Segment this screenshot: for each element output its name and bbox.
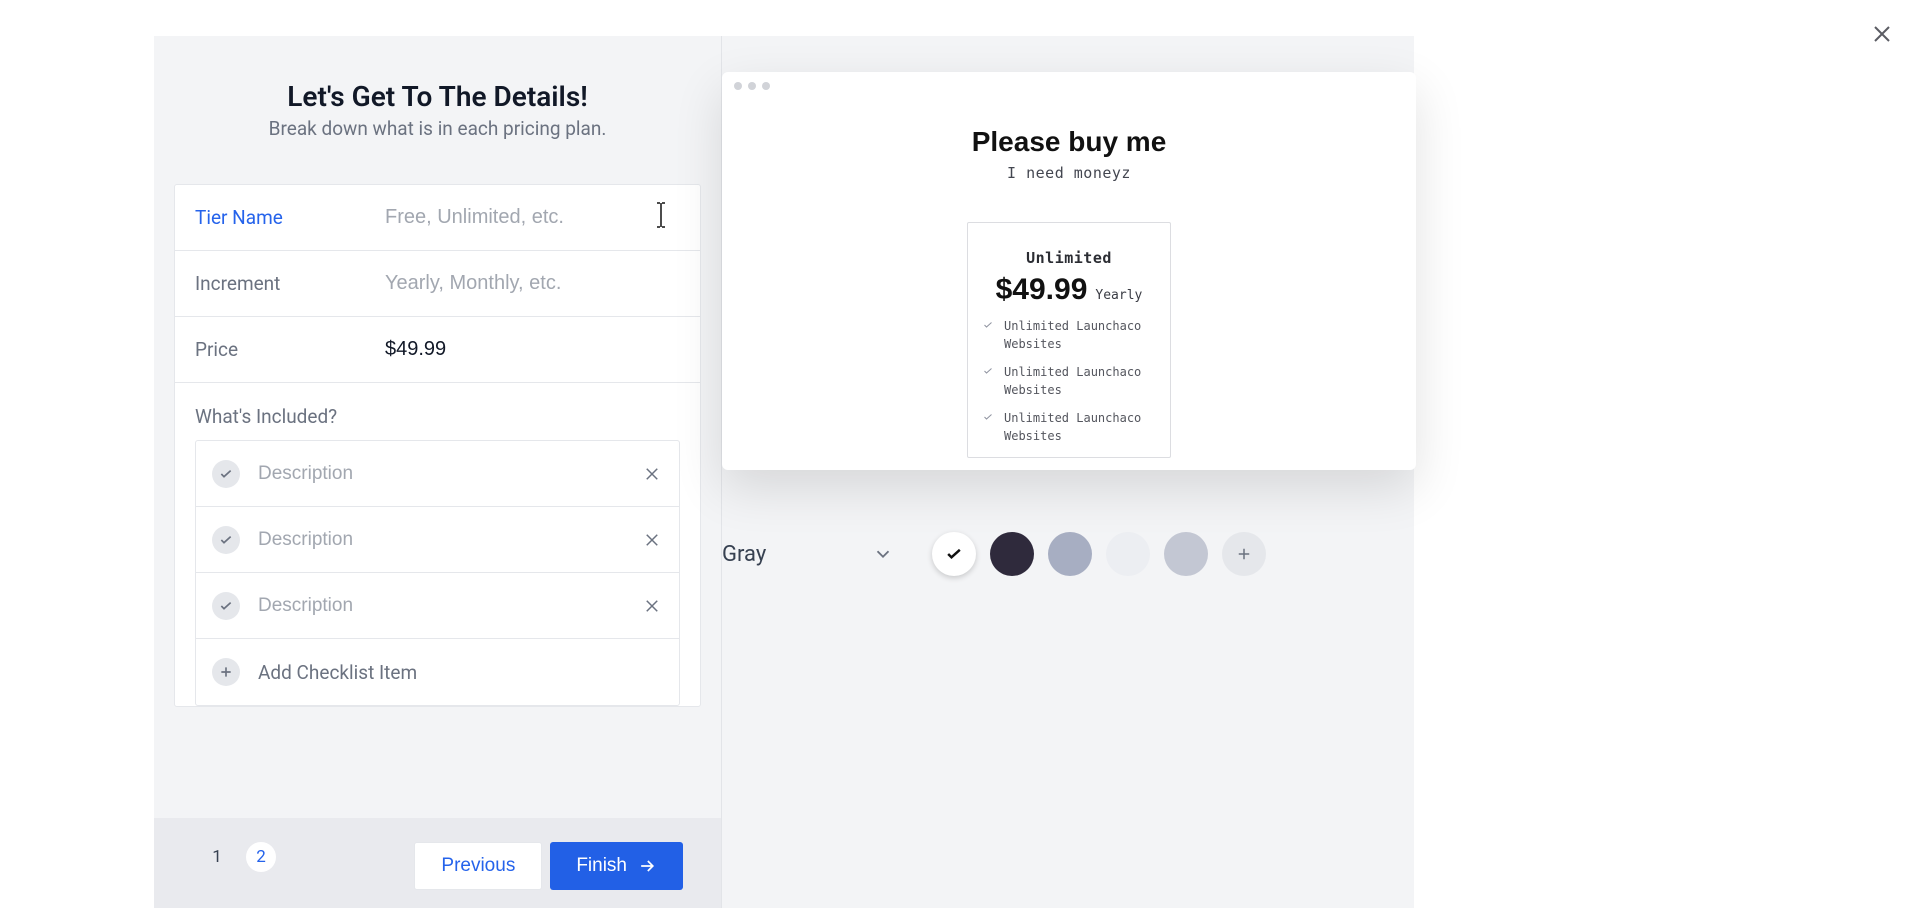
finish-button[interactable]: Finish	[550, 842, 683, 890]
check-icon	[212, 592, 240, 620]
included-section: What's Included?	[175, 383, 700, 706]
plan-card: Unlimited $49.99 Yearly Unlimited Launch…	[967, 222, 1171, 458]
wizard-footer: 1 2 Previous Finish	[154, 818, 721, 908]
plan-feature: Unlimited Launchaco Websites	[982, 409, 1156, 445]
plan-period: Yearly	[1095, 288, 1142, 303]
remove-item-button[interactable]	[641, 463, 663, 485]
check-icon	[982, 411, 994, 423]
plus-icon	[1235, 545, 1253, 563]
checklist: Add Checklist Item	[195, 440, 680, 706]
form-subtitle: Break down what is in each pricing plan.	[154, 117, 721, 140]
increment-input[interactable]	[385, 272, 680, 295]
plan-name: Unlimited	[982, 249, 1156, 267]
color-palette: Gray	[722, 532, 1414, 576]
remove-item-button[interactable]	[641, 529, 663, 551]
checklist-input[interactable]	[258, 595, 641, 617]
price-row: Price	[175, 317, 700, 383]
tier-name-row: Tier Name	[175, 185, 700, 251]
price-label: Price	[195, 338, 385, 361]
checklist-item	[196, 507, 679, 573]
previous-button[interactable]: Previous	[414, 842, 542, 890]
step-2[interactable]: 2	[246, 842, 276, 872]
palette-label: Gray	[722, 542, 766, 567]
arrow-right-icon	[637, 856, 657, 876]
check-icon	[982, 319, 994, 331]
preview-content: Please buy me I need moneyz Unlimited $4…	[722, 72, 1416, 458]
step-1[interactable]: 1	[202, 842, 232, 872]
increment-label: Increment	[195, 272, 385, 295]
tier-form: Tier Name Increment Price What's Include…	[174, 184, 701, 707]
checklist-item	[196, 573, 679, 639]
remove-item-button[interactable]	[641, 595, 663, 617]
chevron-down-icon	[872, 543, 894, 565]
plan-feature: Unlimited Launchaco Websites	[982, 363, 1156, 399]
finish-label: Finish	[576, 855, 627, 877]
modal-stage: Let's Get To The Details! Break down wha…	[154, 36, 1414, 908]
plan-feature-text: Unlimited Launchaco Websites	[1004, 409, 1156, 445]
checklist-input[interactable]	[258, 463, 641, 485]
tier-name-label: Tier Name	[195, 206, 385, 229]
plan-feature-text: Unlimited Launchaco Websites	[1004, 363, 1156, 399]
preview-window: Please buy me I need moneyz Unlimited $4…	[722, 72, 1416, 470]
form-title: Let's Get To The Details!	[154, 80, 721, 113]
tier-name-input[interactable]	[385, 206, 680, 229]
preview-subtitle: I need moneyz	[722, 164, 1416, 182]
add-checklist-label: Add Checklist Item	[258, 661, 417, 684]
included-label: What's Included?	[195, 405, 680, 428]
check-icon	[944, 544, 964, 564]
checklist-input[interactable]	[258, 529, 641, 551]
palette-dropdown[interactable]	[872, 543, 894, 565]
right-pane: Please buy me I need moneyz Unlimited $4…	[722, 36, 1414, 908]
traffic-light-dots	[734, 82, 770, 90]
left-scroll: Let's Get To The Details! Break down wha…	[154, 36, 721, 818]
increment-row: Increment	[175, 251, 700, 317]
swatch-slate[interactable]	[1048, 532, 1092, 576]
check-icon	[212, 460, 240, 488]
plan-feature-text: Unlimited Launchaco Websites	[1004, 317, 1156, 353]
check-icon	[982, 365, 994, 377]
left-pane: Let's Get To The Details! Break down wha…	[154, 36, 722, 908]
plan-feature: Unlimited Launchaco Websites	[982, 317, 1156, 353]
checklist-item	[196, 441, 679, 507]
add-swatch-button[interactable]	[1222, 532, 1266, 576]
step-indicator: 1 2	[202, 842, 276, 872]
swatch-dark[interactable]	[990, 532, 1034, 576]
swatch-light[interactable]	[1106, 532, 1150, 576]
add-checklist-item[interactable]: Add Checklist Item	[196, 639, 679, 705]
close-button[interactable]	[1866, 18, 1898, 50]
close-icon	[1870, 22, 1894, 46]
swatch-gray[interactable]	[1164, 532, 1208, 576]
preview-title: Please buy me	[722, 126, 1416, 158]
form-heading: Let's Get To The Details! Break down wha…	[154, 80, 721, 140]
plan-price: $49.99	[996, 273, 1088, 307]
swatch-white[interactable]	[932, 532, 976, 576]
swatch-row	[932, 532, 1266, 576]
price-input[interactable]	[385, 338, 680, 361]
plus-icon	[212, 658, 240, 686]
check-icon	[212, 526, 240, 554]
